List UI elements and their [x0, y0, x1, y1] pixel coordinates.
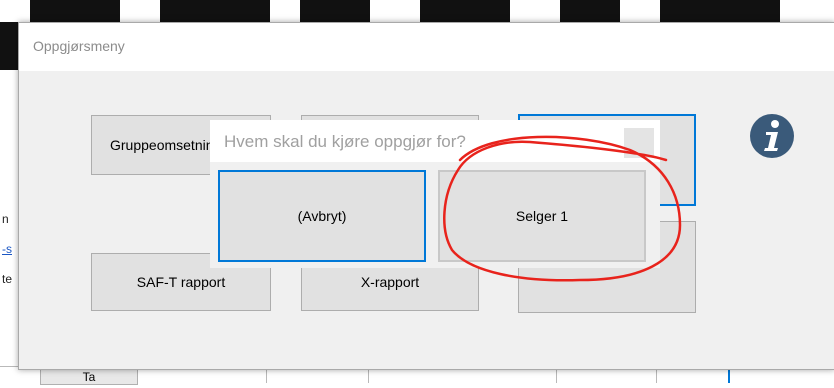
annotation-circle: [443, 135, 682, 282]
